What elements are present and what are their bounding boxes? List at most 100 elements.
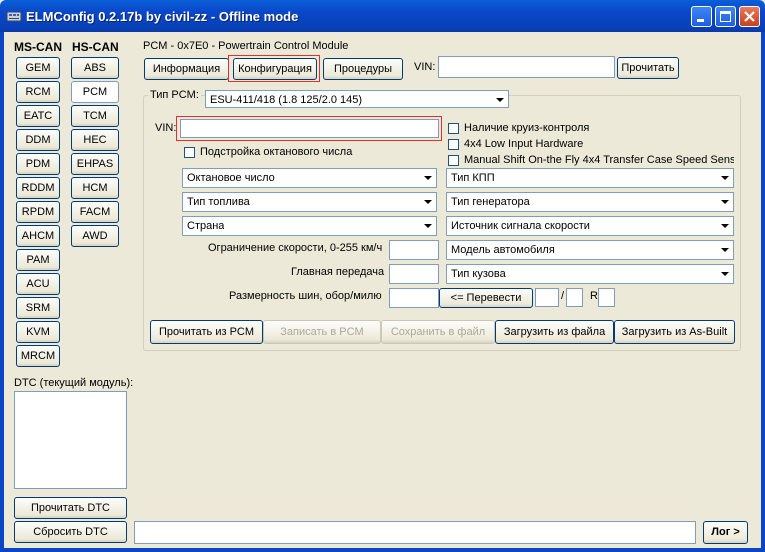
read-dtc-button[interactable]: Прочитать DTC — [14, 497, 127, 519]
app-icon — [6, 11, 22, 22]
left-select-1-value: Тип топлива — [187, 196, 250, 208]
convert-button[interactable]: <= Перевести — [439, 288, 533, 308]
tire-size-label: Размерность шин, обор/милю — [229, 290, 382, 302]
load-from-asbuilt-button[interactable]: Загрузить из As-Built — [614, 320, 735, 344]
module-button-srm[interactable]: SRM — [16, 297, 60, 319]
window-frame-left — [0, 32, 4, 552]
pcm-type-select[interactable]: ESU-411/418 (1.8 125/2.0 145) — [205, 90, 509, 108]
manual-shift-label: Manual Shift On-the Fly 4x4 Transfer Cas… — [464, 154, 734, 166]
module-button-mrcm[interactable]: MRCM — [16, 345, 60, 367]
chevron-down-icon — [717, 266, 732, 282]
module-button-facm[interactable]: FACM — [71, 201, 119, 223]
octane-adapt-checkbox[interactable] — [184, 147, 195, 158]
r-label: R — [590, 290, 598, 302]
module-button-pam[interactable]: PAM — [16, 249, 60, 271]
read-vin-button[interactable]: Прочитать — [617, 57, 679, 79]
manual-shift-checkbox[interactable] — [448, 155, 459, 166]
chevron-down-icon — [717, 194, 732, 210]
tab-config[interactable]: Конфигурация — [233, 58, 317, 80]
octane-adapt-label: Подстройка октанового числа — [200, 146, 353, 158]
window-frame-bottom — [0, 548, 765, 552]
chevron-down-icon — [420, 218, 435, 234]
right-select-2[interactable]: Источник сигнала скорости — [446, 216, 734, 236]
minimize-button[interactable] — [691, 6, 712, 27]
low-input-label: 4x4 Low Input Hardware — [464, 138, 584, 150]
module-button-gem[interactable]: GEM — [16, 57, 60, 79]
load-from-file-button[interactable]: Загрузить из файла — [495, 320, 614, 344]
minimize-icon — [697, 19, 704, 22]
module-button-acu[interactable]: ACU — [16, 273, 60, 295]
right-select-3-value: Модель автомобиля — [451, 244, 555, 256]
right-select-0-value: Тип КПП — [451, 172, 495, 184]
final-drive-label: Главная передача — [291, 266, 385, 278]
module-button-ahcm[interactable]: AHCM — [16, 225, 60, 247]
maximize-icon — [720, 11, 731, 22]
module-button-tcm[interactable]: TCM — [71, 105, 119, 127]
window-frame-right — [761, 32, 765, 552]
tire-rim-input[interactable] — [598, 288, 615, 307]
dtc-list[interactable] — [14, 391, 127, 489]
speed-limit-input[interactable] — [389, 240, 439, 260]
tire-profile-input[interactable] — [566, 288, 583, 307]
vin-input[interactable] — [438, 56, 615, 78]
module-button-rddm[interactable]: RDDM — [16, 177, 60, 199]
read-from-pcm-button[interactable]: Прочитать из PCM — [150, 320, 263, 344]
right-select-4[interactable]: Тип кузова — [446, 264, 734, 284]
left-select-2-value: Страна — [187, 220, 225, 232]
module-button-hec[interactable]: HEC — [71, 129, 119, 151]
module-button-rcm[interactable]: RCM — [16, 81, 60, 103]
right-select-4-value: Тип кузова — [451, 268, 506, 280]
module-button-pcm[interactable]: PCM — [71, 81, 119, 103]
left-select-0[interactable]: Октановое число — [182, 168, 437, 188]
pcm-type-value: ESU-411/418 (1.8 125/2.0 145) — [210, 94, 363, 106]
hs-can-header: HS-CAN — [72, 40, 119, 54]
write-to-pcm-button[interactable]: Записать в PCM — [263, 320, 381, 344]
left-select-2[interactable]: Страна — [182, 216, 437, 236]
cruise-control-checkbox[interactable] — [448, 123, 459, 134]
dtc-label: DTC (текущий модуль): — [14, 377, 134, 389]
tab-procedures[interactable]: Процедуры — [323, 58, 403, 80]
config-vin-label: VIN: — [155, 122, 177, 134]
reset-dtc-button[interactable]: Сбросить DTC — [14, 521, 127, 543]
low-input-checkbox[interactable] — [448, 139, 459, 150]
chevron-down-icon — [492, 92, 507, 106]
slash-label: / — [561, 290, 565, 302]
speed-limit-label: Ограничение скорости, 0-255 км/ч — [208, 242, 383, 254]
chevron-down-icon — [420, 170, 435, 186]
chevron-down-icon — [717, 242, 732, 258]
close-icon — [744, 11, 755, 22]
tire-width-input[interactable] — [535, 288, 559, 307]
log-button[interactable]: Лог > — [703, 521, 748, 544]
module-title: PCM - 0x7E0 - Powertrain Control Module — [143, 40, 349, 52]
maximize-button[interactable] — [715, 6, 736, 27]
right-select-1-value: Тип генератора — [451, 196, 530, 208]
config-vin-input[interactable] — [180, 119, 439, 138]
right-select-0[interactable]: Тип КПП — [446, 168, 734, 188]
pcm-type-label: Тип PCM: — [148, 89, 201, 101]
module-button-rpdm[interactable]: RPDM — [16, 201, 60, 223]
final-drive-input[interactable] — [389, 264, 439, 284]
module-button-hcm[interactable]: HCM — [71, 177, 119, 199]
module-button-ddm[interactable]: DDM — [16, 129, 60, 151]
save-to-file-button[interactable]: Сохранить в файл — [381, 320, 495, 344]
module-button-abs[interactable]: ABS — [71, 57, 119, 79]
vin-label: VIN: — [414, 61, 436, 73]
close-button[interactable] — [739, 6, 760, 27]
chevron-down-icon — [717, 170, 732, 186]
right-select-1[interactable]: Тип генератора — [446, 192, 734, 212]
left-select-1[interactable]: Тип топлива — [182, 192, 437, 212]
tire-revs-input[interactable] — [389, 288, 439, 308]
tab-info[interactable]: Информация — [144, 58, 229, 80]
module-button-pdm[interactable]: PDM — [16, 153, 60, 175]
cruise-control-label: Наличие круиз-контроля — [464, 122, 590, 134]
module-button-eatc[interactable]: EATC — [16, 105, 60, 127]
ms-can-header: MS-CAN — [14, 40, 62, 54]
right-select-3[interactable]: Модель автомобиля — [446, 240, 734, 260]
module-button-awd[interactable]: AWD — [71, 225, 119, 247]
left-select-0-value: Октановое число — [187, 172, 275, 184]
status-bar — [134, 521, 696, 544]
module-button-kvm[interactable]: KVM — [16, 321, 60, 343]
chevron-down-icon — [420, 194, 435, 210]
chevron-down-icon — [717, 218, 732, 234]
module-button-ehpas[interactable]: EHPAS — [71, 153, 119, 175]
